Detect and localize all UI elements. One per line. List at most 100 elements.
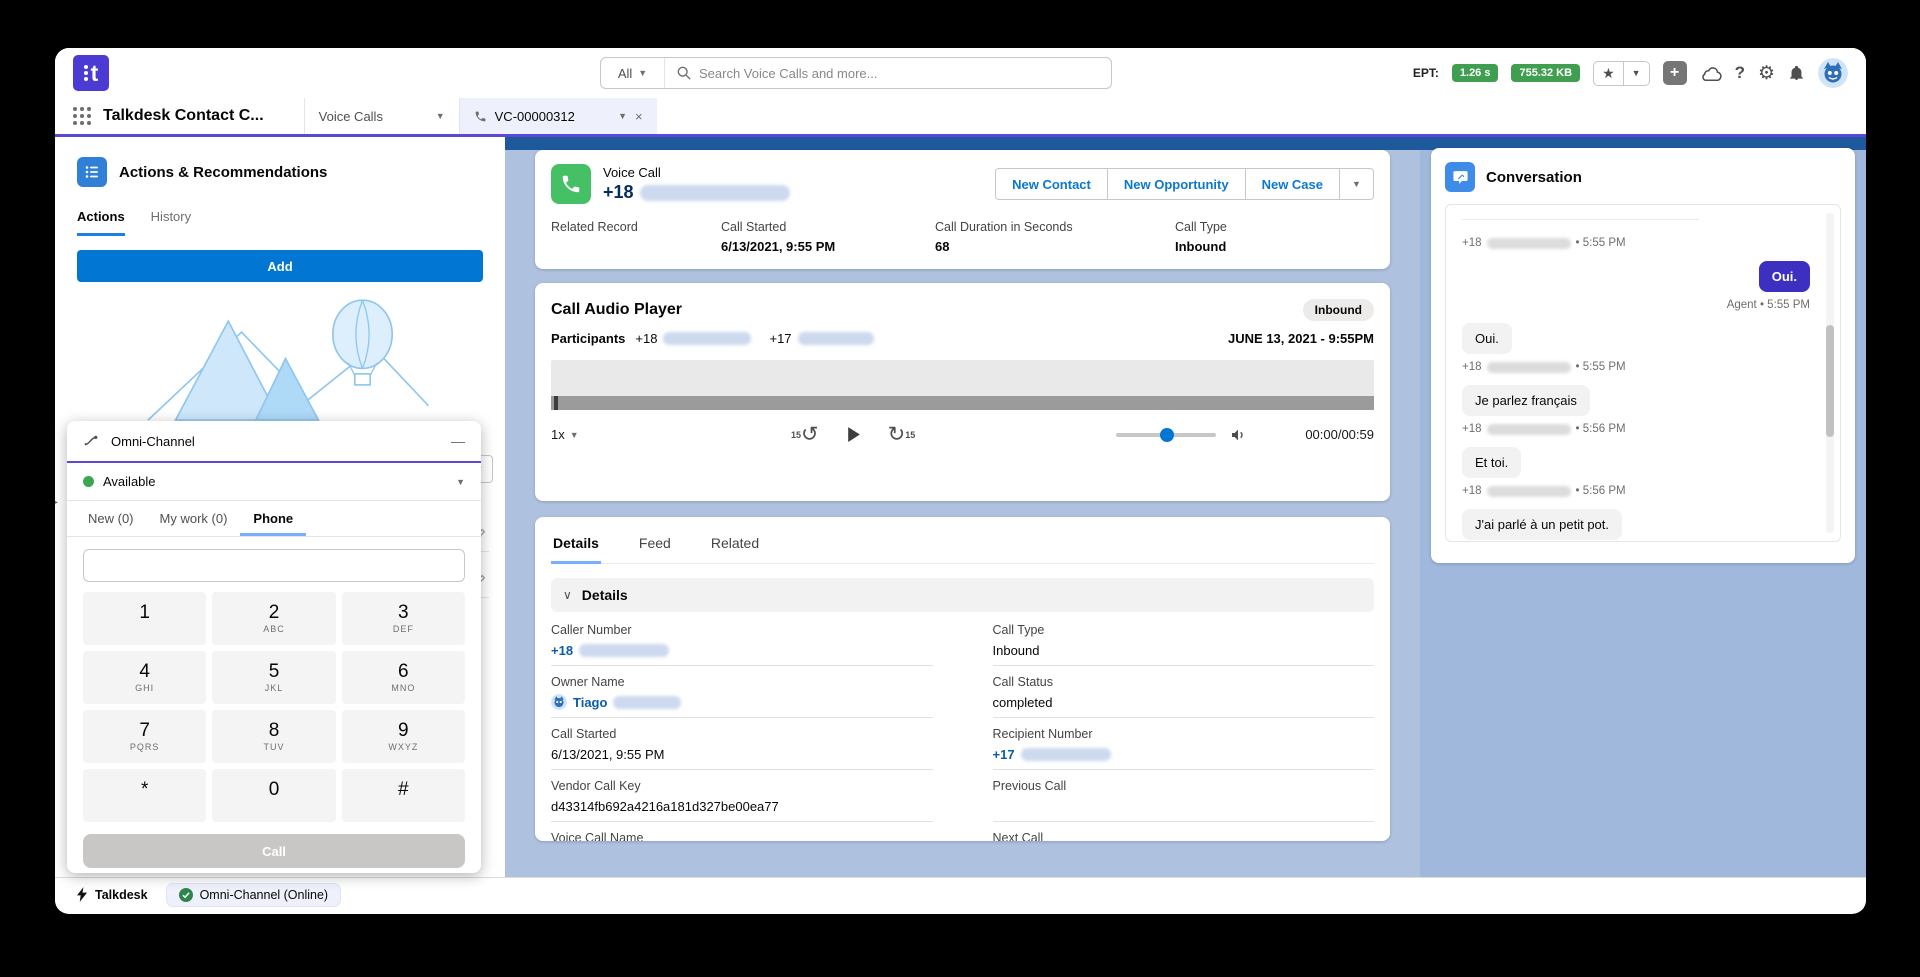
detail-field-row: Call Statuscompleted	[993, 666, 1375, 718]
dialpad-key-5[interactable]: 5JKL	[212, 651, 335, 704]
playback-speed-dropdown[interactable]: 1x ▼	[551, 427, 621, 442]
tab-actions[interactable]: Actions	[77, 209, 125, 236]
field-label: Call Status	[993, 675, 1375, 689]
tab-record[interactable]: VC-00000312 ▼ ×	[459, 98, 657, 134]
utility-talkdesk[interactable]: Talkdesk	[69, 887, 156, 902]
dialpad-key-9[interactable]: 9WXYZ	[342, 710, 465, 763]
avatar[interactable]	[1818, 58, 1848, 88]
field-value[interactable]: Tiago	[551, 694, 933, 710]
conversation-transcript: +18• 5:55 PMOui.Agent • 5:55 PMOui.+18• …	[1445, 204, 1841, 542]
volume-slider-thumb[interactable]	[1160, 428, 1174, 442]
dialpad-key-2[interactable]: 2ABC	[212, 592, 335, 645]
speaker-icon[interactable]	[1230, 427, 1246, 443]
field-label: Previous Call	[993, 779, 1375, 793]
phone-prefix[interactable]: +17	[993, 747, 1015, 762]
volume-slider[interactable]	[1116, 433, 1216, 437]
talkdesk-logo-icon[interactable]: t	[73, 55, 109, 91]
tab-details[interactable]: Details	[551, 531, 601, 564]
tab-related[interactable]: Related	[709, 531, 761, 563]
key-digit: 9	[398, 721, 409, 742]
minimize-icon[interactable]: —	[451, 434, 465, 448]
key-letters: GHI	[135, 683, 154, 693]
highlight-field: Call Started6/13/2021, 9:55 PM	[721, 220, 913, 255]
dialpad-key-1[interactable]: 1	[83, 592, 206, 645]
field-label: Next Call	[993, 831, 1375, 841]
field-value[interactable]: +17	[993, 746, 1375, 762]
field-value[interactable]: +18	[551, 642, 933, 658]
chat-message: Je parlez français+18• 5:56 PM	[1462, 385, 1810, 435]
forward-15-icon[interactable]: ↻15	[888, 424, 916, 445]
conversation-icon	[1445, 162, 1475, 192]
tab-phone[interactable]: Phone	[240, 501, 306, 536]
player-title: Call Audio Player	[551, 301, 682, 319]
search-input[interactable]	[699, 66, 1099, 81]
bell-icon[interactable]	[1788, 64, 1805, 82]
star-icon[interactable]: ★	[1594, 62, 1623, 85]
record-actions-dropdown-button[interactable]: ▼	[1340, 168, 1374, 200]
rewind-15-icon[interactable]: 15↺	[791, 424, 819, 445]
panel-header: Actions & Recommendations	[77, 157, 483, 187]
presence-status-dropdown[interactable]: Available ▼	[67, 463, 481, 501]
scrollbar-thumb[interactable]	[1826, 325, 1834, 437]
message-bubble: Oui.	[1759, 261, 1810, 292]
action-button-new-case[interactable]: New Case	[1246, 168, 1340, 200]
dialpad-key-7[interactable]: 7PQRS	[83, 710, 206, 763]
details-section-header[interactable]: ∨ Details	[551, 578, 1374, 612]
playhead-marker[interactable]	[554, 396, 558, 410]
tab-history[interactable]: History	[151, 209, 191, 236]
message-bubble: J'ai parlé à un petit pot.	[1462, 509, 1622, 540]
message-caption: Agent • 5:55 PM	[1727, 299, 1810, 311]
field-label: Related Record	[551, 220, 699, 234]
record-titles: Voice Call +18	[603, 165, 790, 203]
participants-label: Participants	[551, 331, 625, 346]
utility-omni-channel[interactable]: Omni-Channel (Online)	[166, 883, 342, 907]
call-button[interactable]: Call	[83, 834, 465, 868]
key-digit: 6	[398, 662, 409, 683]
chevron-down-icon: ▼	[1352, 179, 1361, 189]
bolt-icon	[77, 887, 88, 902]
tab-voice-calls[interactable]: Voice Calls ▼	[304, 98, 459, 134]
close-icon[interactable]: ×	[635, 109, 643, 124]
phone-prefix[interactable]: +18	[551, 643, 573, 658]
tab-my-work[interactable]: My work (0)	[147, 501, 241, 536]
gear-icon[interactable]: ⚙	[1758, 62, 1775, 85]
actions-recommendations-icon	[77, 157, 107, 187]
dialpad-key-8[interactable]: 8TUV	[212, 710, 335, 763]
key-digit: #	[398, 780, 409, 801]
field-label: Call Started	[721, 220, 913, 234]
action-button-new-contact[interactable]: New Contact	[995, 168, 1108, 200]
dialpad-key-0[interactable]: 0	[212, 769, 335, 822]
search-scope-dropdown[interactable]: All ▼	[601, 58, 665, 88]
dialpad-key-*[interactable]: *	[83, 769, 206, 822]
chat-message: +18• 5:55 PM	[1462, 230, 1810, 249]
audio-seek-bar[interactable]	[551, 396, 1374, 410]
phone-number-input[interactable]	[83, 549, 465, 582]
app-launcher-icon[interactable]	[73, 107, 91, 125]
play-icon[interactable]	[845, 426, 862, 443]
app-window: t All ▼ EPT: 1.26 s 755.32 KB ★ ▼	[55, 48, 1866, 914]
global-actions-plus-icon[interactable]: +	[1663, 61, 1687, 85]
field-value	[993, 798, 1375, 814]
dialpad-key-3[interactable]: 3DEF	[342, 592, 465, 645]
record-action-buttons: New ContactNew OpportunityNew Case	[995, 168, 1340, 200]
chevron-down-icon[interactable]: ▼	[1623, 62, 1649, 85]
chevron-down-icon[interactable]: ▼	[436, 111, 445, 121]
action-button-new-opportunity[interactable]: New Opportunity	[1108, 168, 1246, 200]
omni-channel-icon	[83, 433, 99, 449]
chat-message: Oui. Agent • 5:55 PM	[1462, 261, 1810, 311]
chevron-down-icon[interactable]: ▼	[618, 111, 627, 121]
tab-new[interactable]: New (0)	[75, 501, 147, 536]
dialpad-key-#[interactable]: #	[342, 769, 465, 822]
field-label: Call Started	[551, 727, 933, 741]
tab-feed[interactable]: Feed	[637, 531, 673, 563]
dialpad: 12ABC3DEF 4GHI5JKL6MNO 7PQRS8TUV9WXYZ *0 #	[83, 592, 465, 822]
panel-collapse-arrow[interactable]: ▸	[55, 497, 58, 508]
dialpad-key-4[interactable]: 4GHI	[83, 651, 206, 704]
help-icon[interactable]: ?	[1735, 63, 1745, 83]
add-button[interactable]: Add	[77, 250, 483, 282]
field-label: Owner Name	[551, 675, 933, 689]
app-name[interactable]: Talkdesk Contact C...	[103, 98, 304, 134]
owner-name-link[interactable]: Tiago	[573, 695, 607, 710]
dialpad-key-6[interactable]: 6MNO	[342, 651, 465, 704]
cloud-icon[interactable]	[1700, 65, 1722, 81]
